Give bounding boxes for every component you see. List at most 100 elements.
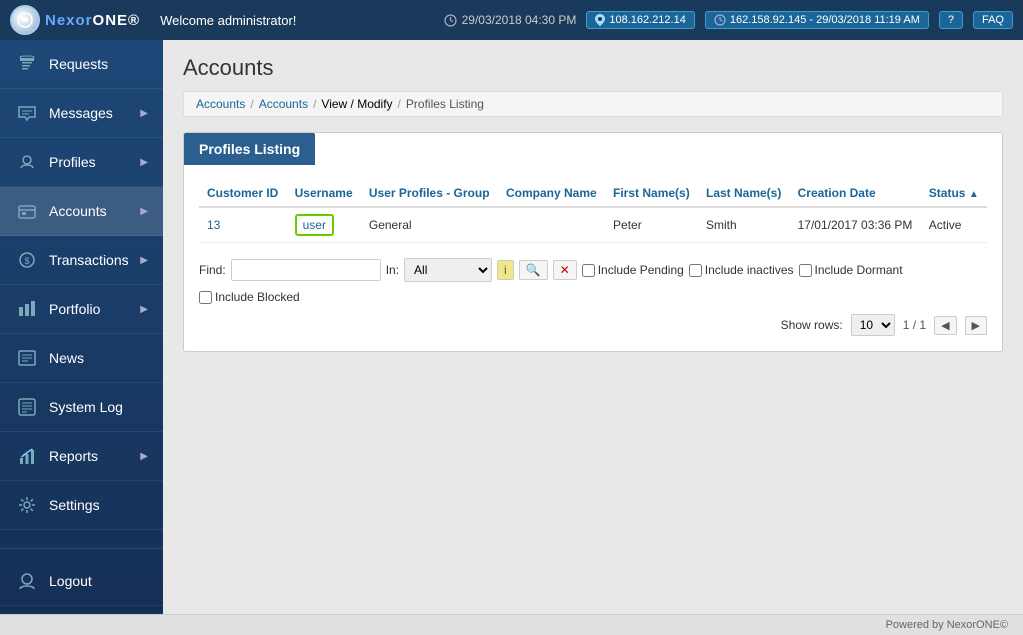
faq-button[interactable]: FAQ [973,11,1013,29]
header-clock: 29/03/2018 04:30 PM [444,13,577,27]
cell-last-name: Smith [698,207,790,243]
cell-customer-id: 13 [199,207,287,243]
pagination: Show rows: 10 25 50 1 / 1 ◀ ▶ [199,314,987,336]
portfolio-arrow: ▶ [140,304,148,315]
info-button[interactable]: i [497,260,514,280]
sidebar-item-requests-label: Requests [49,56,108,72]
accounts-icon [15,199,39,223]
find-label: Find: [199,263,226,277]
breadcrumb-accounts-2[interactable]: Accounts [259,97,308,111]
messages-arrow: ▶ [140,108,148,119]
breadcrumb-view-modify: View / Modify [321,97,392,111]
footer-text: Powered by NexorONE© [886,619,1008,631]
news-icon [15,346,39,370]
include-pending-label[interactable]: Include Pending [582,263,684,277]
sidebar-item-accounts-label: Accounts [49,203,107,219]
sidebar-item-news-label: News [49,350,84,366]
transactions-icon: $ [15,248,39,272]
col-first-name[interactable]: First Name(s) [605,180,698,207]
breadcrumb: Accounts / Accounts / View / Modify / Pr… [183,91,1003,117]
include-blocked-label[interactable]: Include Blocked [199,290,300,304]
sidebar-item-requests[interactable]: Requests [0,40,163,89]
sidebar-item-portfolio[interactable]: Portfolio ▶ [0,285,163,334]
logo-icon [10,5,40,35]
col-company-name[interactable]: Company Name [498,180,605,207]
settings-icon [15,493,39,517]
col-creation-date[interactable]: Creation Date [790,180,921,207]
col-username[interactable]: Username [287,180,361,207]
include-blocked-text: Include Blocked [215,290,300,304]
reports-arrow: ▶ [140,451,148,462]
col-user-profiles-group[interactable]: User Profiles - Group [361,180,498,207]
ip1-text: 108.162.212.14 [609,14,685,26]
portfolio-icon [15,297,39,321]
breadcrumb-accounts-1[interactable]: Accounts [196,97,245,111]
sidebar-item-profiles[interactable]: Profiles ▶ [0,138,163,187]
content-area: Accounts Accounts / Accounts / View / Mo… [163,40,1023,614]
sidebar-item-transactions[interactable]: $ Transactions ▶ [0,236,163,285]
include-dormant-checkbox[interactable] [799,264,812,277]
tab-panel: Profiles Listing Customer ID Username Us… [183,132,1003,352]
col-status[interactable]: Status ▲ [921,180,987,207]
ip1-badge: 108.162.212.14 [586,11,694,29]
sidebar: Requests Messages ▶ Profiles ▶ [0,40,163,614]
clear-button[interactable]: ✕ [553,260,577,280]
location-icon [595,14,605,26]
cell-creation-date: 17/01/2017 03:36 PM [790,207,921,243]
ip2-badge: 162.158.92.145 - 29/03/2018 11:19 AM [705,11,929,29]
search-button[interactable]: 🔍 [519,260,548,280]
col-last-name[interactable]: Last Name(s) [698,180,790,207]
sidebar-item-accounts[interactable]: Accounts ▶ [0,187,163,236]
prev-page-button[interactable]: ◀ [934,316,956,335]
breadcrumb-current: Profiles Listing [406,97,484,111]
session-clock-icon [714,14,726,26]
include-pending-checkbox[interactable] [582,264,595,277]
sidebar-item-logout[interactable]: Logout [0,557,163,606]
sidebar-item-settings[interactable]: Settings [0,481,163,530]
system-log-icon [15,395,39,419]
sidebar-item-logout-label: Logout [49,573,92,589]
next-page-button[interactable]: ▶ [965,316,987,335]
col-customer-id[interactable]: Customer ID [199,180,287,207]
svg-text:$: $ [24,256,29,266]
include-blocked-checkbox[interactable] [199,291,212,304]
profiles-icon [15,150,39,174]
messages-icon [15,101,39,125]
in-select[interactable]: All Username Email Name [404,258,492,282]
breadcrumb-sep-3: / [398,97,401,111]
page-info: 1 / 1 [903,318,926,332]
cell-status: Active [921,207,987,243]
sidebar-item-messages-label: Messages [49,105,113,121]
clock-icon [444,14,457,27]
sidebar-item-news[interactable]: News [0,334,163,383]
accounts-arrow: ▶ [140,206,148,217]
sidebar-item-profiles-label: Profiles [49,154,96,170]
username-value[interactable]: user [295,214,334,236]
top-header: NexorONE® Welcome administrator! 29/03/2… [0,0,1023,40]
search-input[interactable] [231,259,381,281]
include-inactives-text: Include inactives [705,263,794,277]
sidebar-item-settings-label: Settings [49,497,100,513]
tab-profiles-listing[interactable]: Profiles Listing [184,133,315,165]
sidebar-item-reports[interactable]: Reports ▶ [0,432,163,481]
cell-group: General [361,207,498,243]
rows-select[interactable]: 10 25 50 [851,314,895,336]
customer-id-link[interactable]: 13 [207,218,220,232]
logo-text: NexorONE® [45,12,140,29]
table-header-row: Customer ID Username User Profiles - Gro… [199,180,987,207]
logo: NexorONE® [10,5,140,35]
transactions-arrow: ▶ [140,255,148,266]
include-dormant-label[interactable]: Include Dormant [799,263,903,277]
include-dormant-text: Include Dormant [815,263,903,277]
show-rows-label: Show rows: [781,318,843,332]
datetime-text: 29/03/2018 04:30 PM [462,13,577,27]
breadcrumb-sep-2: / [313,97,316,111]
help-button[interactable]: ? [939,11,963,29]
include-pending-text: Include Pending [598,263,684,277]
include-inactives-label[interactable]: Include inactives [689,263,794,277]
sidebar-item-messages[interactable]: Messages ▶ [0,89,163,138]
sidebar-item-system-log[interactable]: System Log [0,383,163,432]
cell-username: user [287,207,361,243]
include-inactives-checkbox[interactable] [689,264,702,277]
sidebar-item-system-log-label: System Log [49,399,123,415]
